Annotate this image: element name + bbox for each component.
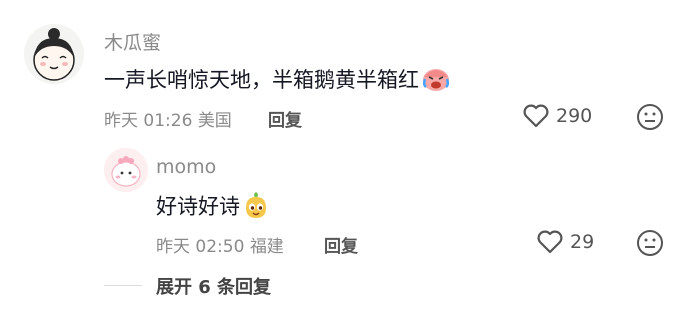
comment-location: 美国 <box>197 111 232 131</box>
reply-avatar[interactable] <box>104 148 148 192</box>
pink-creature-avatar-icon <box>104 148 148 192</box>
comment-username[interactable]: 木瓜蜜 <box>104 28 161 55</box>
expand-divider <box>104 285 142 286</box>
reply-text: 好诗好诗 <box>156 194 240 219</box>
expand-replies-button[interactable]: 展开 6 条回复 <box>156 273 271 299</box>
reply-reply-button[interactable]: 回复 <box>324 232 358 257</box>
comment-text-row: 一声长哨惊天地，半箱鹅黄半箱红 <box>104 64 451 98</box>
reply-time: 昨天 02:50 <box>156 237 245 257</box>
heart-icon <box>522 103 550 129</box>
comment-time: 昨天 01:26 <box>104 111 193 131</box>
reply-like-count: 29 <box>570 231 595 253</box>
heart-icon <box>536 229 564 255</box>
comment-dislike-button[interactable] <box>636 103 664 135</box>
girl-avatar-icon <box>24 24 84 84</box>
reply-location: 福建 <box>249 237 284 257</box>
reply-username[interactable]: momo <box>156 156 216 178</box>
crying-laughing-face-icon <box>421 65 451 98</box>
comment-like-count: 290 <box>556 105 593 127</box>
comment-meta: 昨天 01:26 美国 <box>104 106 232 131</box>
reply-text-row: 好诗好诗 <box>156 190 270 225</box>
comment-text: 一声长哨惊天地，半箱鹅黄半箱红 <box>104 68 419 92</box>
reply-meta: 昨天 02:50 福建 <box>156 232 284 257</box>
reply-like-button[interactable]: 29 <box>536 229 594 255</box>
cheeky-bun-face-icon <box>242 190 270 225</box>
comment-reply-button[interactable]: 回复 <box>268 106 302 131</box>
comment-like-button[interactable]: 290 <box>522 103 592 129</box>
reply-dislike-button[interactable] <box>636 229 664 261</box>
neutral-face-icon <box>637 104 663 130</box>
avatar[interactable] <box>24 24 84 84</box>
neutral-face-icon <box>637 230 663 256</box>
